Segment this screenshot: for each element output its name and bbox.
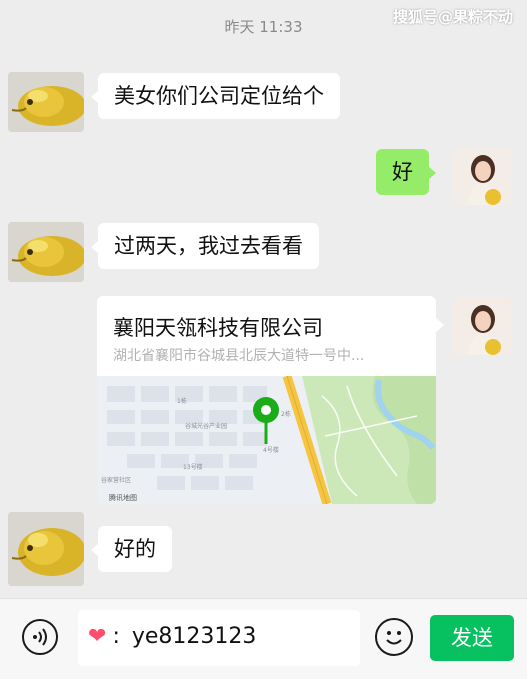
map-label: 2栋 (281, 410, 291, 418)
avatar-goldfish[interactable] (8, 512, 84, 586)
avatar-goldfish[interactable] (8, 72, 84, 132)
message-bubble[interactable]: 美女你们公司定位给个 (91, 73, 340, 119)
chat-input-bar: ❤: ye8123123 发送 (0, 598, 527, 679)
map-label: 4号楼 (263, 446, 279, 454)
avatar-goldfish[interactable] (8, 222, 84, 282)
message-input[interactable]: ❤: ye8123123 (78, 610, 360, 666)
message-text: 美女你们公司定位给个 (114, 84, 324, 108)
input-value: ye8123123 (131, 624, 257, 649)
message-text: 好的 (114, 537, 156, 561)
smiley-icon (386, 631, 402, 645)
map-provider-label: 腾讯地图 (109, 493, 137, 502)
map-label: 谷家营社区 (101, 476, 131, 484)
message-bubble-self[interactable]: 好 (376, 149, 436, 195)
send-button[interactable]: 发送 (430, 615, 514, 661)
message-text: 过两天，我过去看看 (114, 234, 303, 258)
avatar-self[interactable] (453, 297, 511, 355)
message-bubble[interactable]: 过两天，我过去看看 (91, 223, 319, 269)
location-card-arrow (436, 318, 444, 332)
message-bubble[interactable]: 好的 (91, 526, 172, 572)
location-card[interactable]: 襄阳天瓴科技有限公司 湖北省襄阳市谷城县北辰大道特一号中... 1栋 谷城光谷产… (97, 296, 436, 504)
heart-emoji-icon: ❤ (88, 624, 107, 649)
watermark: 搜狐号@果粽不动 (392, 8, 513, 26)
emoji-button[interactable] (375, 618, 413, 656)
map-label: 1栋 (177, 397, 187, 405)
map-label: 谷城光谷产业园 (185, 422, 227, 430)
voice-button[interactable] (22, 619, 58, 655)
input-colon: : (112, 624, 120, 649)
location-address: 湖北省襄阳市谷城县北辰大道特一号中... (113, 348, 365, 364)
avatar-self[interactable] (453, 147, 511, 205)
map-label: 13号楼 (183, 463, 203, 471)
voice-icon (33, 628, 47, 646)
location-map: 1栋 谷城光谷产业园 13号楼 4号楼 谷家营社区 2栋 腾讯地图 (97, 376, 436, 504)
message-text: 好 (392, 160, 413, 184)
location-title: 襄阳天瓴科技有限公司 (113, 316, 323, 340)
